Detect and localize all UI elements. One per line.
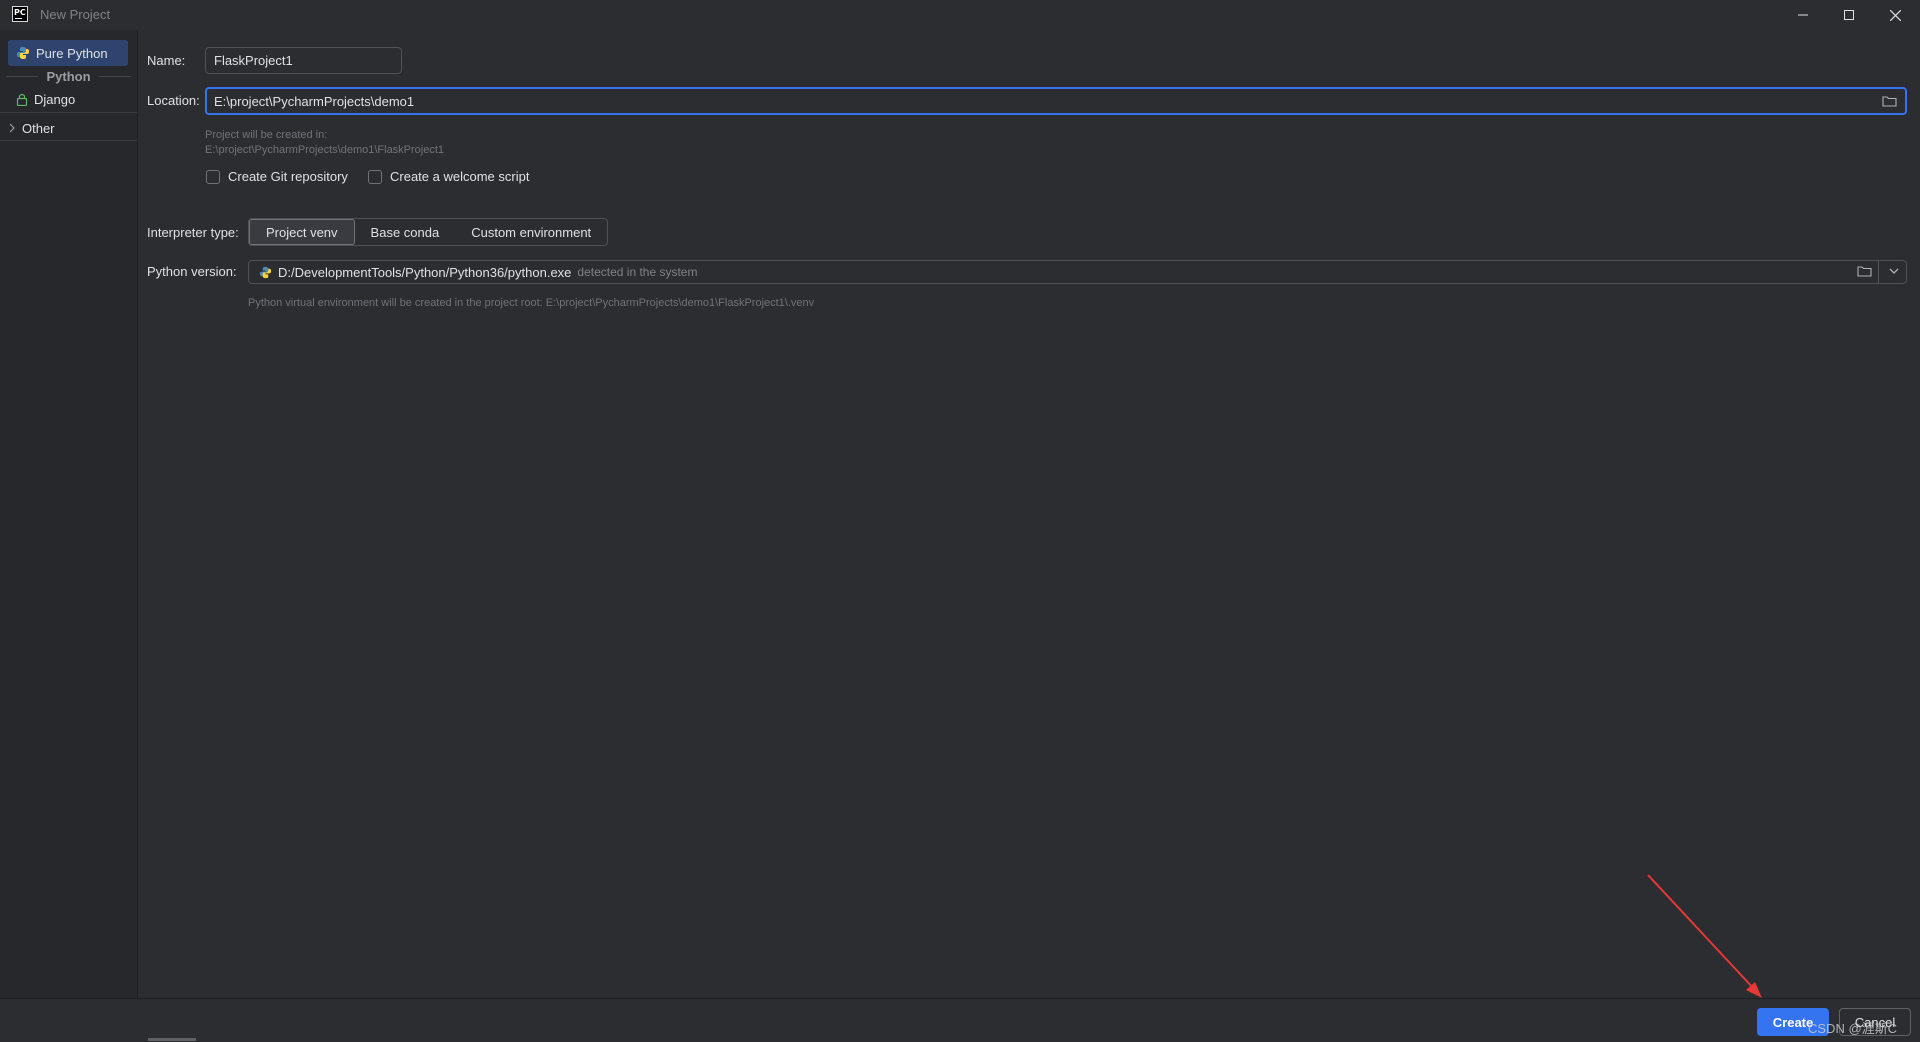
sidebar-item-label: Pure Python bbox=[36, 45, 108, 61]
chevron-down-icon bbox=[1889, 268, 1899, 274]
created-in-hint-path: E:\project\PycharmProjects\demo1\FlaskPr… bbox=[205, 144, 445, 156]
interpreter-type-label: Interpreter type: bbox=[147, 225, 239, 240]
name-input-value: FlaskProject1 bbox=[214, 53, 293, 68]
sidebar-group-header: Python bbox=[0, 68, 137, 84]
sidebar-group-label: Python bbox=[46, 68, 91, 84]
sidebar-item-label: Other bbox=[22, 120, 55, 136]
dialog-footer: Create Cancel bbox=[0, 998, 1920, 1042]
sidebar-item-other[interactable]: Other bbox=[0, 115, 120, 141]
browse-location-button[interactable] bbox=[1881, 94, 1897, 108]
welcome-script-checkbox-label: Create a welcome script bbox=[390, 169, 530, 184]
created-in-hint: Project will be created in: E:\project\P… bbox=[205, 128, 444, 158]
name-input[interactable]: FlaskProject1 bbox=[205, 47, 402, 74]
welcome-script-checkbox-row[interactable]: Create a welcome script bbox=[368, 169, 529, 184]
folder-icon bbox=[1857, 266, 1872, 277]
project-type-sidebar: Pure Python Python Django Other bbox=[0, 30, 138, 998]
close-button[interactable] bbox=[1872, 0, 1918, 30]
window-title: New Project bbox=[40, 7, 111, 22]
folder-icon bbox=[1881, 96, 1897, 107]
python-icon bbox=[17, 47, 29, 59]
location-input-value: E:\project\PycharmProjects\demo1 bbox=[214, 93, 415, 109]
maximize-button[interactable] bbox=[1826, 0, 1872, 30]
chevron-right-icon bbox=[9, 123, 15, 133]
welcome-script-checkbox[interactable] bbox=[368, 169, 382, 184]
close-icon bbox=[1889, 9, 1901, 21]
python-version-detected-note: detected in the system bbox=[577, 265, 698, 279]
sidebar-divider bbox=[0, 140, 137, 141]
location-input[interactable]: E:\project\PycharmProjects\demo1 bbox=[205, 87, 1907, 115]
location-label: Location: bbox=[147, 93, 200, 108]
python-icon bbox=[259, 266, 272, 278]
tab-project-venv[interactable]: Project venv bbox=[249, 219, 355, 245]
git-repository-checkbox-label: Create Git repository bbox=[228, 169, 348, 184]
python-version-label: Python version: bbox=[147, 264, 237, 279]
created-in-hint-title: Project will be created in: bbox=[205, 129, 328, 141]
git-repository-checkbox[interactable] bbox=[206, 169, 220, 184]
tab-base-conda[interactable]: Base conda bbox=[355, 219, 456, 245]
sidebar-item-pure-python[interactable]: Pure Python bbox=[8, 40, 128, 66]
interpreter-type-segmented-control: Project venv Base conda Custom environme… bbox=[248, 218, 609, 246]
maximize-icon bbox=[1844, 10, 1854, 20]
name-label: Name: bbox=[147, 53, 186, 68]
lock-icon bbox=[16, 93, 28, 106]
sidebar-divider bbox=[0, 112, 137, 113]
minimize-button[interactable] bbox=[1780, 0, 1826, 30]
new-project-form: Name: FlaskProject1 Location: E:\project… bbox=[138, 30, 1920, 998]
tab-custom-environment[interactable]: Custom environment bbox=[455, 219, 607, 245]
csdn-watermark: CSDN @涯斯C bbox=[1808, 1021, 1898, 1036]
minimize-icon bbox=[1798, 14, 1808, 16]
sidebar-item-label: Django bbox=[34, 91, 76, 107]
python-version-select[interactable]: D:/DevelopmentTools/Python/Python36/pyth… bbox=[248, 260, 1907, 284]
python-version-path: D:/DevelopmentTools/Python/Python36/pyth… bbox=[278, 264, 572, 280]
python-version-dropdown-button[interactable] bbox=[1888, 265, 1900, 280]
browse-interpreter-button[interactable] bbox=[1857, 265, 1872, 280]
pycharm-logo-icon: PC bbox=[12, 6, 28, 22]
select-divider bbox=[1878, 261, 1879, 283]
sidebar-item-django[interactable]: Django bbox=[8, 86, 128, 112]
git-repository-checkbox-row[interactable]: Create Git repository bbox=[206, 169, 348, 184]
title-bar: PC New Project bbox=[0, 0, 1920, 30]
venv-location-hint: Python virtual environment will be creat… bbox=[248, 297, 815, 309]
